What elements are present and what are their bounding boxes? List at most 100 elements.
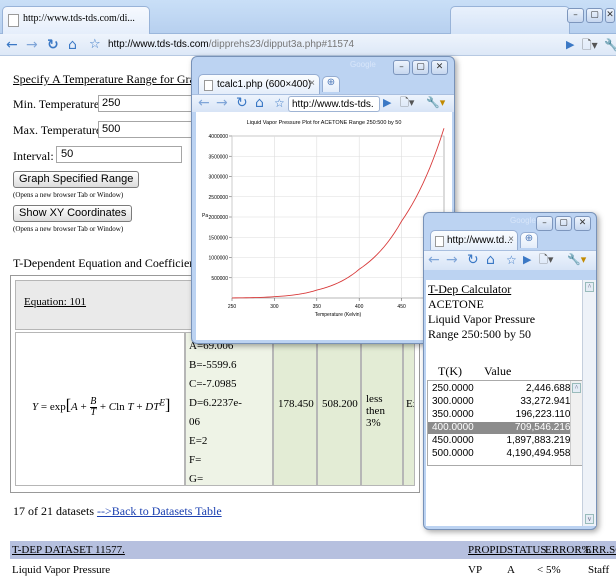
equation-link[interactable]: Equation: 101 (24, 296, 86, 308)
chart-star-icon[interactable]: ☆ (274, 92, 285, 114)
chart-reload-icon[interactable]: ↻ (236, 92, 248, 114)
calc-minimize-icon[interactable]: – (536, 216, 553, 231)
chart-back-icon[interactable]: ← (198, 92, 210, 114)
equation-formula-cell: Y = exp[A + BT + Cln T + DTE] (15, 332, 185, 486)
calc-tab-close-icon[interactable]: × (508, 234, 514, 245)
y-tick-label: 4000000 (209, 134, 229, 140)
graph-range-button[interactable]: Graph Specified Range (13, 171, 140, 188)
calc-col-t: T(K) (438, 364, 462, 378)
graph-note: (Opens a new browser Tab or Window) (13, 191, 124, 199)
chart-minimize-icon[interactable]: – (393, 60, 410, 75)
calc-result-row[interactable]: 500.0000 4,190,494.9581 (428, 448, 582, 460)
dataset-row-propid: VP (468, 564, 483, 576)
calc-result-row[interactable]: 400.0000 709,546.2160 (428, 422, 582, 434)
y-tick-label: 2500000 (209, 195, 229, 201)
chart-popup-tab[interactable]: tcalc1.php (600×400) × (198, 74, 320, 94)
y-tick-label: 2000000 (209, 215, 229, 221)
chart-wrench-icon[interactable]: 🔧▾ (426, 92, 445, 114)
calc-new-tab-button[interactable]: ⊕ (520, 232, 538, 248)
equation-formula: Y = exp[A + BT + Cln T + DTE] (32, 396, 171, 418)
back-arrow-icon[interactable]: ← (6, 34, 18, 56)
datasets-count-line: 17 of 21 datasets -->Back to Datasets Ta… (13, 504, 222, 519)
page-icon (8, 14, 19, 27)
col-error[interactable]: ERROR% (545, 541, 591, 559)
home-icon[interactable]: ⌂ (68, 34, 77, 56)
main-tab-strip: http://www.tds-tds.com/di... – ▢ ✕ (0, 0, 616, 34)
calc-maximize-icon[interactable]: ▢ (555, 216, 572, 231)
x-tick-label: 300 (270, 304, 279, 310)
calc-title-link[interactable]: T-Dep Calculator (428, 282, 511, 297)
main-browser-tab[interactable]: http://www.tds-tds.com/di... (2, 6, 150, 34)
chart-popup-controls: – ▢ ✕ (393, 60, 448, 75)
y-tick-label: 3500000 (209, 154, 229, 160)
col-status[interactable]: STATUS (507, 541, 546, 559)
calc-property: Liquid Vapor Pressure (428, 312, 536, 326)
main-address-bar[interactable]: http://www.tds-tds.com/dipprehs23/dipput… (108, 37, 494, 53)
calc-go-icon[interactable]: ▶ (523, 249, 531, 271)
min-temp-input[interactable]: 250 (98, 95, 198, 112)
calc-result-row[interactable]: 300.0000 33,272.9412 (428, 396, 582, 408)
calc-result-row[interactable]: 350.0000 196,223.1106 (428, 409, 582, 421)
calc-page-menu-icon[interactable]: 🗋▾ (539, 249, 553, 271)
xy-note: (Opens a new browser Tab or Window) (13, 225, 124, 233)
chart-forward-icon[interactable]: → (216, 92, 228, 114)
chart-new-tab-button[interactable]: ⊕ (322, 76, 340, 92)
calc-close-icon[interactable]: ✕ (574, 216, 591, 231)
second-browser-tab[interactable] (450, 6, 570, 34)
y-tick-label: 3000000 (209, 175, 229, 181)
chart-close-icon[interactable]: ✕ (431, 60, 448, 75)
wrench-icon[interactable]: 🔧 (604, 34, 616, 56)
chart-address-bar[interactable]: http://www.tds-tds. (288, 96, 380, 112)
calc-page-scrollbar[interactable]: ^ v (582, 280, 596, 526)
calc-star-icon[interactable]: ☆ (506, 249, 517, 271)
main-tab-title: http://www.tds-tds.com/di... (23, 13, 135, 24)
calc-col-value: Value (484, 364, 512, 378)
chart-home-icon[interactable]: ⌂ (255, 92, 264, 114)
page-menu-icon[interactable]: 🗋▾ (582, 34, 598, 56)
close-icon[interactable]: ✕ (605, 8, 615, 23)
chart-maximize-icon[interactable]: ▢ (412, 60, 429, 75)
calc-content: T-Dep Calculator ACETONE Liquid Vapor Pr… (426, 280, 583, 526)
calc-back-icon[interactable]: ← (428, 249, 440, 271)
reload-icon[interactable]: ↻ (47, 34, 59, 56)
y-tick-label: 1500000 (209, 235, 229, 241)
calc-page-scroll-up-icon[interactable]: ^ (585, 282, 594, 292)
calc-forward-icon[interactable]: → (446, 249, 458, 271)
back-to-datasets-link[interactable]: -->Back to Datasets Table (97, 504, 222, 518)
calc-list-scrollbar[interactable]: ^ (570, 381, 582, 465)
minimize-icon[interactable]: – (567, 8, 584, 23)
calc-wrench-icon[interactable]: 🔧▾ (567, 249, 586, 271)
chart-page-menu-icon[interactable]: 🗋▾ (400, 92, 414, 114)
calc-results-list[interactable]: 500.0000 4,190,494.9581 450.0000 1,897,883.… (427, 380, 583, 466)
dataset-header-link[interactable]: T-DEP DATASET 11577. (12, 544, 125, 556)
show-xy-button[interactable]: Show XY Coordinates (13, 205, 133, 222)
chart-title: Liquid Vapor Pressure Plot for ACETONE R… (247, 120, 402, 126)
coef-b: B=-5599.6 (189, 359, 237, 371)
go-arrow-icon[interactable]: ▶ (566, 34, 574, 56)
calc-popup-tab[interactable]: http://www.td... × (430, 230, 518, 250)
max-temp-input[interactable]: 500 (98, 121, 198, 138)
calc-list-scroll-up-icon[interactable]: ^ (572, 383, 581, 393)
calc-result-row[interactable]: 450.0000 1,897,883.2197 (428, 435, 582, 447)
calc-result-value: 2,446.6889 (525, 383, 576, 394)
dataset-row-source: Staff (588, 564, 610, 576)
col-propid[interactable]: PROPID (468, 541, 507, 559)
forward-arrow-icon[interactable]: → (26, 34, 38, 56)
bookmark-star-icon[interactable]: ☆ (89, 34, 101, 56)
maximize-icon[interactable]: ▢ (586, 8, 603, 23)
calc-result-temp: 400.0000 (432, 422, 474, 433)
chart-go-icon[interactable]: ▶ (383, 92, 391, 114)
calc-page-scroll-down-icon[interactable]: v (585, 514, 594, 524)
calc-reload-icon[interactable]: ↻ (467, 249, 479, 271)
calc-result-row[interactable]: 250.0000 2,446.6889 (428, 383, 582, 395)
calc-range: Range 250:500 by 50 (428, 327, 531, 341)
chart-tab-close-icon[interactable]: × (309, 78, 315, 89)
calc-home-icon[interactable]: ⌂ (486, 249, 495, 271)
url-path: /dipprehs23/dipput3a.php#11574 (208, 39, 355, 50)
col-err-source[interactable]: ERR.SO (585, 541, 616, 559)
url-host: http://www.tds-tds.com (108, 39, 209, 50)
y-axis-label: Pa (202, 213, 208, 219)
coef-e: E=2 (189, 435, 208, 447)
interval-input[interactable]: 50 (56, 146, 182, 163)
calc-result-value: 4,190,494.9581 (506, 448, 576, 459)
